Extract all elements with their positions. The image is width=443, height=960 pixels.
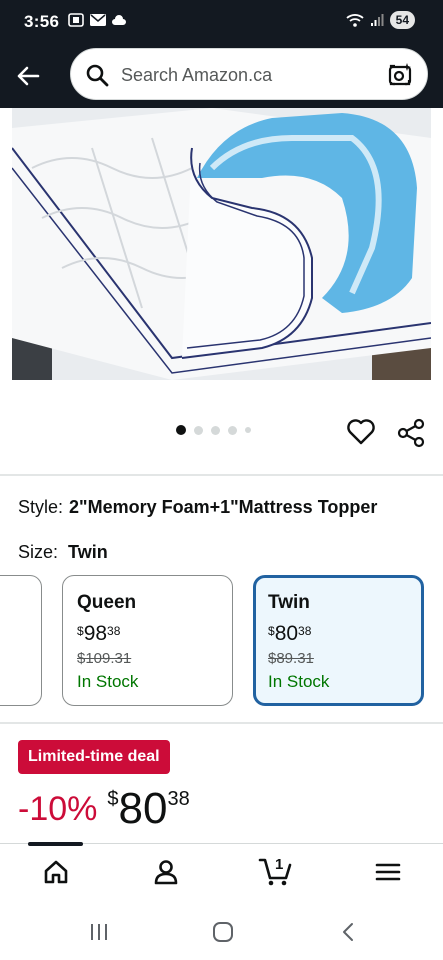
carousel-dot[interactable]	[228, 425, 237, 435]
price-whole: 80	[118, 784, 168, 833]
deal-price: $ 80 38	[107, 784, 189, 834]
wifi-icon	[346, 14, 364, 27]
size-option-price: $8038	[268, 622, 312, 645]
cloud-icon	[112, 15, 126, 25]
style-selector: Style: 2"Memory Foam+1"Mattress Topper	[18, 497, 377, 518]
camera-search-icon[interactable]	[387, 62, 413, 88]
search-input[interactable]: Search Amazon.ca	[70, 48, 428, 100]
price-currency: $	[107, 788, 119, 810]
battery-indicator: 54	[389, 11, 415, 29]
system-navigation-bar	[0, 901, 443, 960]
size-option-name: Twin	[268, 592, 310, 613]
size-option-price: $9838	[77, 622, 121, 645]
heart-icon[interactable]	[346, 418, 376, 446]
size-option-list-price: $109.31	[77, 650, 132, 667]
size-option-queen[interactable]: Queen $9838 $109.31 In Stock	[62, 575, 233, 706]
size-option-name: Queen	[77, 592, 137, 613]
status-notification-icons	[68, 13, 126, 27]
image-carousel-dots[interactable]	[176, 425, 251, 435]
search-icon	[86, 64, 109, 87]
screenshot-icon	[68, 13, 84, 27]
price-block: -10% $ 80 38	[18, 784, 190, 834]
size-option-stock: In Stock	[268, 672, 330, 691]
style-label: Style:	[18, 497, 64, 517]
menu-icon[interactable]	[374, 858, 402, 886]
size-selector: Size: Twin	[18, 542, 108, 563]
section-divider	[0, 474, 443, 476]
header-search-bar: Search Amazon.ca	[0, 44, 443, 108]
recent-apps-icon[interactable]	[88, 921, 110, 943]
home-button-icon[interactable]	[212, 921, 234, 943]
carousel-dot[interactable]	[194, 425, 203, 435]
size-option-stock: In Stock	[77, 672, 139, 691]
home-icon[interactable]	[42, 858, 70, 886]
status-time: 3:56	[24, 12, 60, 31]
back-arrow-icon[interactable]	[14, 62, 42, 90]
price-fraction: 38	[167, 788, 190, 810]
status-right-icons: 54	[346, 11, 415, 29]
discount-percent: -10%	[18, 790, 98, 828]
carousel-dot[interactable]	[176, 425, 186, 435]
cart-count: 1	[275, 856, 284, 873]
account-icon[interactable]	[152, 858, 180, 886]
limited-time-deal-badge: Limited-time deal	[18, 740, 170, 774]
size-option-card-partial[interactable]	[0, 575, 42, 706]
status-bar: 3:56 54	[0, 0, 443, 44]
mattress-topper-illustration	[12, 108, 431, 380]
search-placeholder: Search Amazon.ca	[121, 65, 273, 85]
back-button-icon[interactable]	[338, 921, 360, 943]
size-option-list-price: $89.31	[268, 650, 314, 667]
signal-icon	[370, 14, 384, 26]
carousel-dot[interactable]	[245, 427, 251, 433]
cart-button[interactable]: 1	[258, 854, 294, 888]
mail-icon	[90, 14, 106, 26]
style-value: 2"Memory Foam+1"Mattress Topper	[69, 497, 378, 517]
product-image[interactable]	[12, 108, 431, 380]
section-divider	[0, 722, 443, 724]
carousel-dot[interactable]	[211, 425, 220, 435]
size-option-twin[interactable]: Twin $8038 $89.31 In Stock	[253, 575, 424, 706]
bottom-navigation: 1	[0, 842, 443, 901]
size-label: Size:	[18, 542, 59, 562]
active-tab-indicator	[28, 842, 83, 846]
share-icon[interactable]	[396, 418, 426, 448]
size-value: Twin	[68, 542, 108, 562]
